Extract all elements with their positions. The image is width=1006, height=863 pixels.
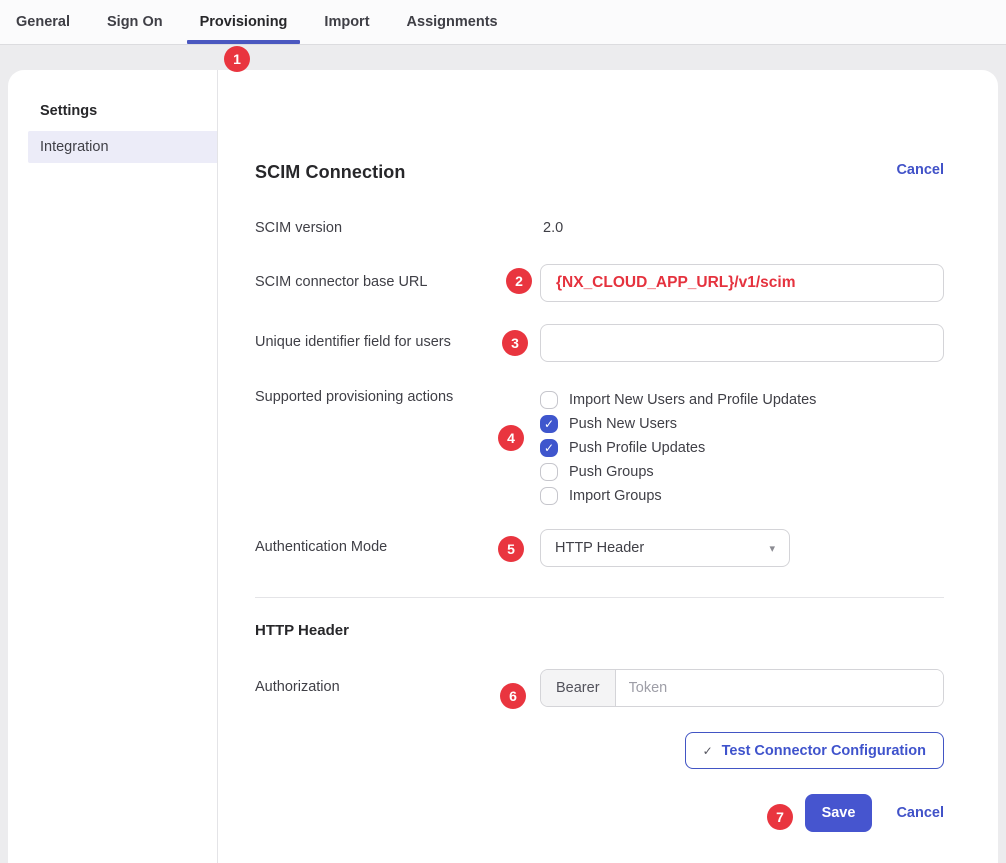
cancel-top-link[interactable]: Cancel xyxy=(896,162,944,178)
checkbox-icon: ✓ xyxy=(540,391,558,409)
checkbox-row-import-groups[interactable]: ✓ Import Groups xyxy=(540,484,944,508)
checkbox-row-push-profile-updates[interactable]: ✓ Push Profile Updates xyxy=(540,436,944,460)
auth-mode-selected-value: HTTP Header xyxy=(555,540,644,556)
scim-version-value: 2.0 xyxy=(543,219,944,236)
http-header-section-title: HTTP Header xyxy=(255,622,944,639)
step-badge-3: 3 xyxy=(502,330,528,356)
checkbox-label: Push New Users xyxy=(569,416,677,432)
checkbox-icon: ✓ xyxy=(540,463,558,481)
checkbox-icon: ✓ xyxy=(540,439,558,457)
checkbox-label: Import Groups xyxy=(569,488,662,504)
step-badge-6: 6 xyxy=(500,683,526,709)
test-connector-configuration-label: Test Connector Configuration xyxy=(722,743,926,759)
provisioning-actions-label: Supported provisioning actions xyxy=(255,388,540,405)
step-badge-4: 4 xyxy=(498,425,524,451)
checkbox-label: Import New Users and Profile Updates xyxy=(569,392,816,408)
step-badge-7: 7 xyxy=(767,804,793,830)
cancel-bottom-link[interactable]: Cancel xyxy=(896,805,944,821)
app-tab-bar: General Sign On Provisioning Import Assi… xyxy=(0,0,1006,45)
page-title: SCIM Connection xyxy=(255,162,406,183)
step-badge-1: 1 xyxy=(224,46,250,72)
unique-identifier-row: Unique identifier field for users xyxy=(255,324,944,362)
provisioning-card: Settings Integration SCIM Connection Can… xyxy=(8,70,998,863)
base-url-input[interactable] xyxy=(540,264,944,302)
auth-mode-row: Authentication Mode HTTP Header ▾ xyxy=(255,529,944,567)
authorization-input-group: Bearer xyxy=(540,669,944,707)
tab-sign-on[interactable]: Sign On xyxy=(94,0,176,44)
scim-version-row: SCIM version 2.0 xyxy=(255,219,944,236)
checkbox-label: Push Groups xyxy=(569,464,654,480)
checkbox-row-push-new-users[interactable]: ✓ Push New Users xyxy=(540,412,944,436)
checkbox-row-import-new-users-profile-updates[interactable]: ✓ Import New Users and Profile Updates xyxy=(540,388,944,412)
base-url-row: SCIM connector base URL xyxy=(255,264,944,302)
base-url-label: SCIM connector base URL xyxy=(255,264,540,290)
tab-general[interactable]: General xyxy=(3,0,83,44)
auth-mode-select[interactable]: HTTP Header ▾ xyxy=(540,529,790,567)
tab-assignments[interactable]: Assignments xyxy=(394,0,511,44)
unique-identifier-input[interactable] xyxy=(540,324,944,362)
authorization-label: Authorization xyxy=(255,669,540,695)
check-icon: ✓ xyxy=(703,744,713,758)
step-badge-5: 5 xyxy=(498,536,524,562)
checkbox-label: Push Profile Updates xyxy=(569,440,705,456)
settings-sidebar: Settings Integration xyxy=(8,70,218,863)
checkbox-icon: ✓ xyxy=(540,415,558,433)
section-divider xyxy=(255,597,944,598)
background-band xyxy=(0,45,1006,70)
step-badge-2: 2 xyxy=(506,268,532,294)
tab-import[interactable]: Import xyxy=(311,0,382,44)
bearer-prefix: Bearer xyxy=(541,670,616,706)
sidebar-header: Settings xyxy=(8,97,217,131)
token-input[interactable] xyxy=(616,670,943,706)
save-button[interactable]: Save xyxy=(805,794,873,832)
sidebar-item-integration[interactable]: Integration xyxy=(28,131,217,163)
test-connector-configuration-button[interactable]: ✓ Test Connector Configuration xyxy=(685,732,944,769)
scim-connection-panel: SCIM Connection Cancel SCIM version 2.0 … xyxy=(218,70,998,863)
scim-version-label: SCIM version xyxy=(255,219,540,236)
chevron-down-icon: ▾ xyxy=(769,542,775,555)
unique-identifier-label: Unique identifier field for users xyxy=(255,324,540,350)
checkbox-row-push-groups[interactable]: ✓ Push Groups xyxy=(540,460,944,484)
authorization-row: Authorization Bearer xyxy=(255,669,944,707)
provisioning-actions-row: Supported provisioning actions ✓ Import … xyxy=(255,388,944,508)
checkbox-icon: ✓ xyxy=(540,487,558,505)
tab-provisioning[interactable]: Provisioning xyxy=(187,0,301,44)
